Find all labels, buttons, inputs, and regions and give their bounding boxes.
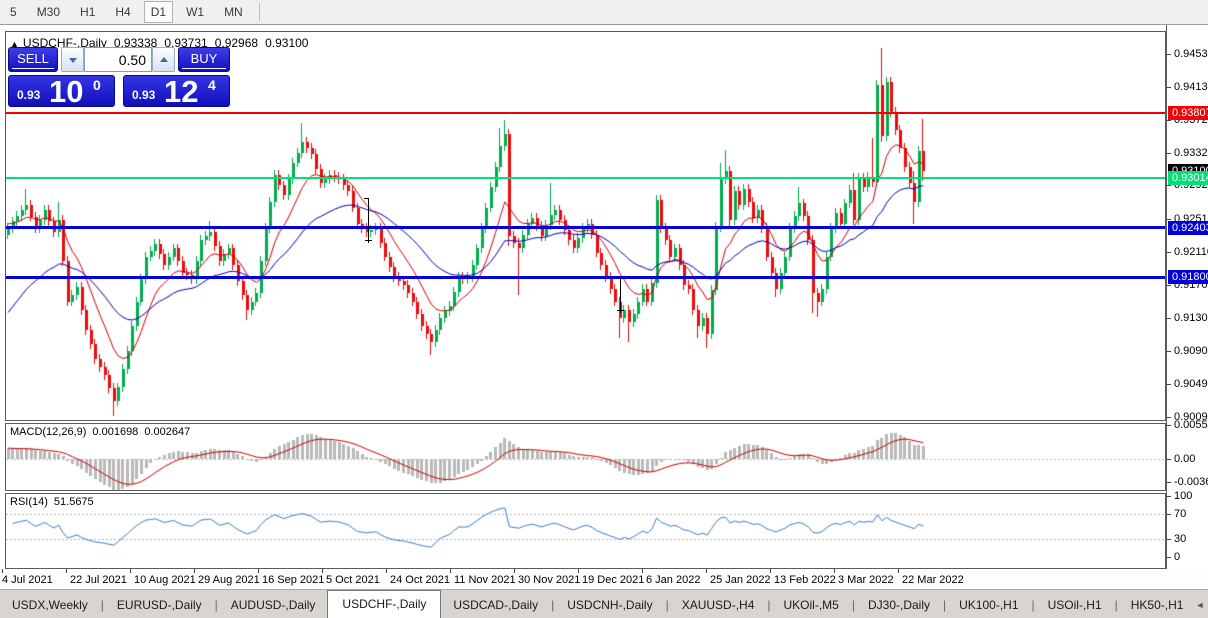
tab-ukoil-m5[interactable]: UKOil-,M5 [772, 593, 851, 618]
mt4-terminal: 5 M30 H1 H4 D1 W1 MN ▲USDCHF-,Daily0.933380.93… [0, 0, 1208, 618]
chart-tab-bar: USDX,Weekly|EURUSD-,Daily|AUDUSD-,DailyU… [0, 589, 1208, 618]
axis-price-tag-support-green: 0.93014 [1168, 171, 1208, 185]
axis-price-tag-support-blue-1: 0.92403 [1168, 221, 1208, 235]
date-label: 11 Nov 2021 [454, 574, 516, 586]
tab-usdcad-daily[interactable]: USDCAD-,Daily [441, 593, 550, 618]
vertical-line-object-1[interactable] [620, 277, 621, 313]
triangle-up-icon [160, 57, 168, 62]
date-tick [66, 569, 67, 573]
date-tick [450, 569, 451, 573]
volume-increase-button[interactable] [152, 47, 175, 72]
date-tick [834, 569, 835, 573]
date-label: 24 Oct 2021 [390, 574, 450, 586]
date-label: 29 Aug 2021 [198, 574, 260, 586]
sell-price-prefix: 0.93 [17, 88, 40, 102]
buy-button[interactable]: BUY [178, 47, 230, 72]
timeframe-toolbar: 5 M30 H1 H4 D1 W1 MN [0, 0, 1208, 25]
timeframe-button-w1[interactable]: W1 [179, 1, 211, 23]
date-label: 13 Feb 2022 [774, 574, 836, 586]
price-axis[interactable]: 0.945300.941300.937200.933200.929200.925… [1166, 25, 1208, 569]
tab-hk50-h1[interactable]: HK50-,H1 [1119, 593, 1196, 618]
triangle-down-icon [69, 58, 77, 63]
date-label: 30 Nov 2021 [518, 574, 580, 586]
sell-price-big-digits: 10 [49, 74, 83, 110]
timeframe-button-h1[interactable]: H1 [73, 1, 102, 23]
horizontal-line-object-0[interactable] [6, 112, 1165, 114]
volume-decrease-button[interactable] [61, 47, 84, 72]
horizontal-line-object-1[interactable] [6, 177, 1165, 179]
timeframe-button-mn[interactable]: MN [217, 1, 250, 23]
date-tick [770, 569, 771, 573]
toolbar-separator [259, 3, 260, 21]
date-tick [322, 569, 323, 573]
buy-price-pipette: 4 [208, 77, 216, 93]
axis-price-tag-support-blue-2: 0.91800 [1168, 270, 1208, 284]
date-label: 16 Sep 2021 [262, 574, 324, 586]
rsi-label: RSI(14)51.5675 [10, 496, 100, 508]
date-tick [194, 569, 195, 573]
date-tick [258, 569, 259, 573]
date-label: 6 Jan 2022 [646, 574, 700, 586]
date-label: 22 Jul 2021 [70, 574, 127, 586]
tab-uk100-h1[interactable]: UK100-,H1 [947, 593, 1030, 618]
date-tick [130, 569, 131, 573]
volume-input[interactable] [84, 47, 152, 72]
date-label: 25 Jan 2022 [710, 574, 771, 586]
tab-usdcnh-daily[interactable]: USDCNH-,Daily [555, 593, 664, 618]
buy-price-prefix: 0.93 [132, 88, 155, 102]
date-tick [706, 569, 707, 573]
horizontal-line-object-2[interactable] [6, 226, 1165, 229]
date-label: 19 Dec 2021 [582, 574, 644, 586]
timeframe-button-5[interactable]: 5 [3, 1, 24, 23]
tab-usdchf-daily[interactable]: USDCHF-,Daily [327, 590, 441, 618]
date-tick [898, 569, 899, 573]
tab-eurusd-daily[interactable]: EURUSD-,Daily [105, 593, 214, 618]
date-label: 3 Mar 2022 [838, 574, 894, 586]
axis-price-tag-resistance: 0.93807 [1168, 106, 1208, 120]
date-label: 22 Mar 2022 [902, 574, 964, 586]
timeframe-button-d1[interactable]: D1 [144, 1, 173, 23]
tab-scroll-left-icon[interactable]: ◄ [1195, 600, 1208, 610]
rsi-indicator-panel[interactable]: RSI(14)51.5675 [5, 493, 1166, 569]
price-chart-panel[interactable]: ▲USDCHF-,Daily0.933380.937310.929680.931… [5, 31, 1166, 421]
timeframe-button-m30[interactable]: M30 [30, 1, 67, 23]
vertical-line-object-0[interactable] [368, 198, 369, 243]
date-tick [386, 569, 387, 573]
time-axis[interactable]: 4 Jul 2021 22 Jul 2021 10 Aug 202129 Aug 2… [0, 569, 1208, 589]
timeframe-button-h4[interactable]: H4 [108, 1, 137, 23]
ohlc-close: 0.93100 [265, 36, 308, 50]
macd-indicator-panel[interactable]: MACD(12,26,9)0.0016980.002647 [5, 423, 1166, 491]
rsi-canvas[interactable] [6, 494, 1165, 568]
date-tick [2, 569, 3, 573]
tab-usdx-weekly[interactable]: USDX,Weekly [0, 593, 100, 618]
date-tick [578, 569, 579, 573]
date-tick [642, 569, 643, 573]
date-label: 4 Jul 2021 [2, 574, 53, 586]
tab-dj30-daily[interactable]: DJ30-,Daily [856, 593, 942, 618]
sell-price-button[interactable]: 0.93 10 0 [8, 75, 115, 107]
sell-price-pipette: 0 [93, 77, 101, 93]
tab-scroll-arrows[interactable]: ◄► [1195, 600, 1208, 618]
buy-price-button[interactable]: 0.93 12 4 [123, 75, 230, 107]
date-label: 5 Oct 2021 [326, 574, 380, 586]
horizontal-line-object-3[interactable] [6, 276, 1165, 279]
sell-button[interactable]: SELL [8, 47, 58, 72]
date-tick [514, 569, 515, 573]
tab-usoil-h1[interactable]: USOil-,H1 [1036, 593, 1114, 618]
tab-audusd-daily[interactable]: AUDUSD-,Daily [219, 593, 328, 618]
tab-xauusd-h4[interactable]: XAUUSD-,H4 [670, 593, 767, 618]
date-label: 10 Aug 2021 [134, 574, 196, 586]
macd-label: MACD(12,26,9)0.0016980.002647 [10, 426, 196, 438]
buy-price-big-digits: 12 [164, 74, 198, 110]
one-click-trading-widget: SELL BUY 0.93 10 0 0.93 12 4 [8, 47, 230, 107]
